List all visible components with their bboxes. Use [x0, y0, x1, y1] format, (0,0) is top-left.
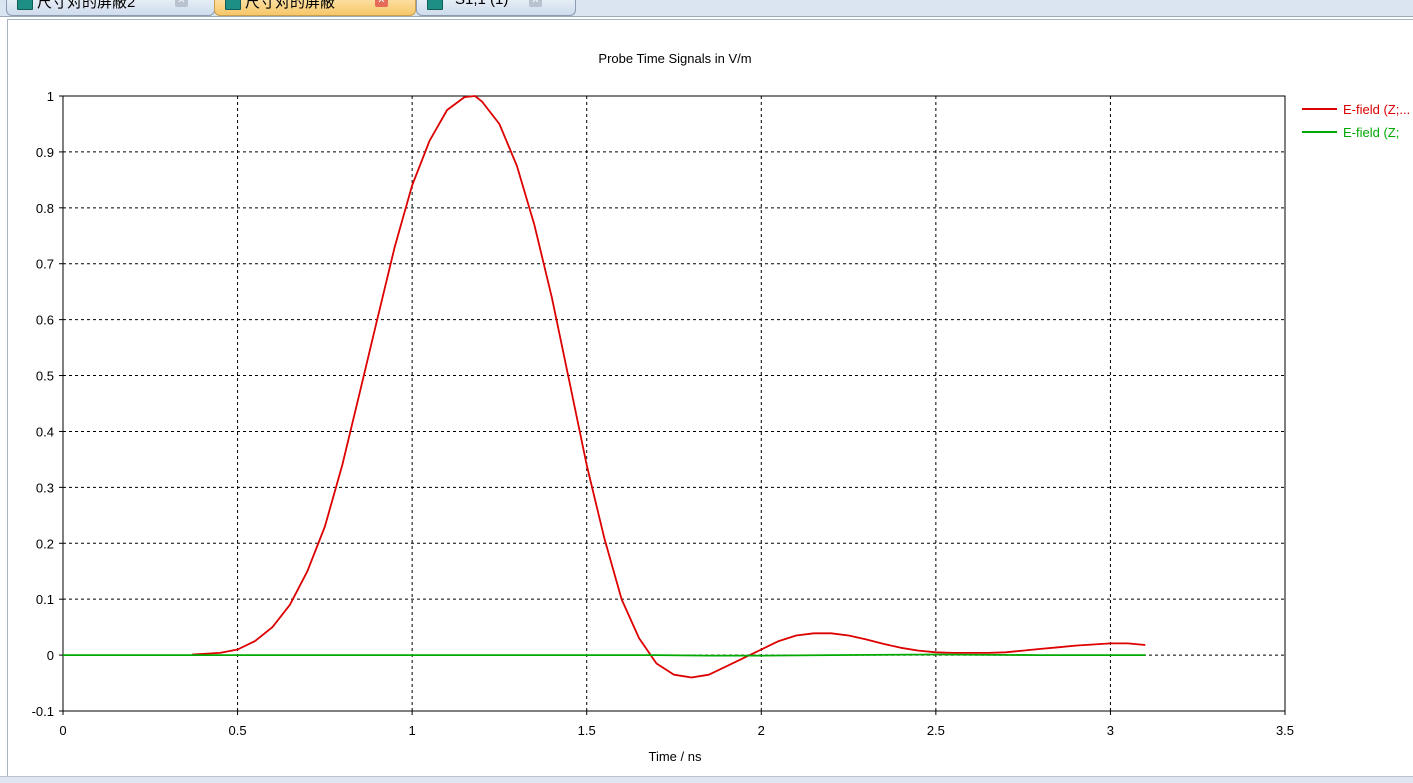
x-tick-label: 0: [59, 723, 66, 738]
series-line-2: [63, 653, 1146, 657]
x-tick-label: 2.5: [927, 723, 945, 738]
x-tick-label: 1: [409, 723, 416, 738]
y-tick-label: -0.1: [32, 704, 54, 719]
series-layer: [63, 95, 1146, 679]
chart-title: Probe Time Signals in V/m: [598, 51, 751, 66]
series-line-1: [192, 95, 1146, 679]
y-tick-label: 0: [47, 648, 54, 663]
y-tick-label: 0.2: [36, 536, 54, 551]
x-tick-label: 1.5: [578, 723, 596, 738]
y-tick-label: 0.7: [36, 257, 54, 272]
legend: E-field (Z;... E-field (Z;: [1302, 102, 1410, 140]
probe-time-signal-chart: Probe Time Signals in V/m 0 0.5 1 1.5 2 2.5 3 3…: [32, 51, 1411, 764]
y-tick-label: 0.9: [36, 145, 54, 160]
y-tick-label: 0.5: [36, 369, 54, 384]
y-tick-label: 0.6: [36, 313, 54, 328]
x-tick-label: 3: [1107, 723, 1114, 738]
grid-lines: [63, 96, 1285, 711]
y-tick-label: 1: [47, 89, 54, 104]
y-tick-label: 0.1: [36, 592, 54, 607]
legend-label-1: E-field (Z;...: [1343, 102, 1410, 117]
x-axis-label: Time / ns: [649, 749, 702, 764]
plot-area-border: [62, 95, 1286, 712]
x-tick-label: 0.5: [229, 723, 247, 738]
y-tick-label: 0.3: [36, 480, 54, 495]
y-tick-label: 0.8: [36, 201, 54, 216]
axes: 0 0.5 1 1.5 2 2.5 3 3.5 -0.1 0 0.1 0.2 0.3 0.4 0.5 0.6 0…: [32, 89, 1294, 738]
legend-label-2: E-field (Z;: [1343, 125, 1399, 140]
x-tick-label: 2: [758, 723, 765, 738]
x-tick-label: 3.5: [1276, 723, 1294, 738]
y-tick-label: 0.4: [36, 424, 54, 439]
